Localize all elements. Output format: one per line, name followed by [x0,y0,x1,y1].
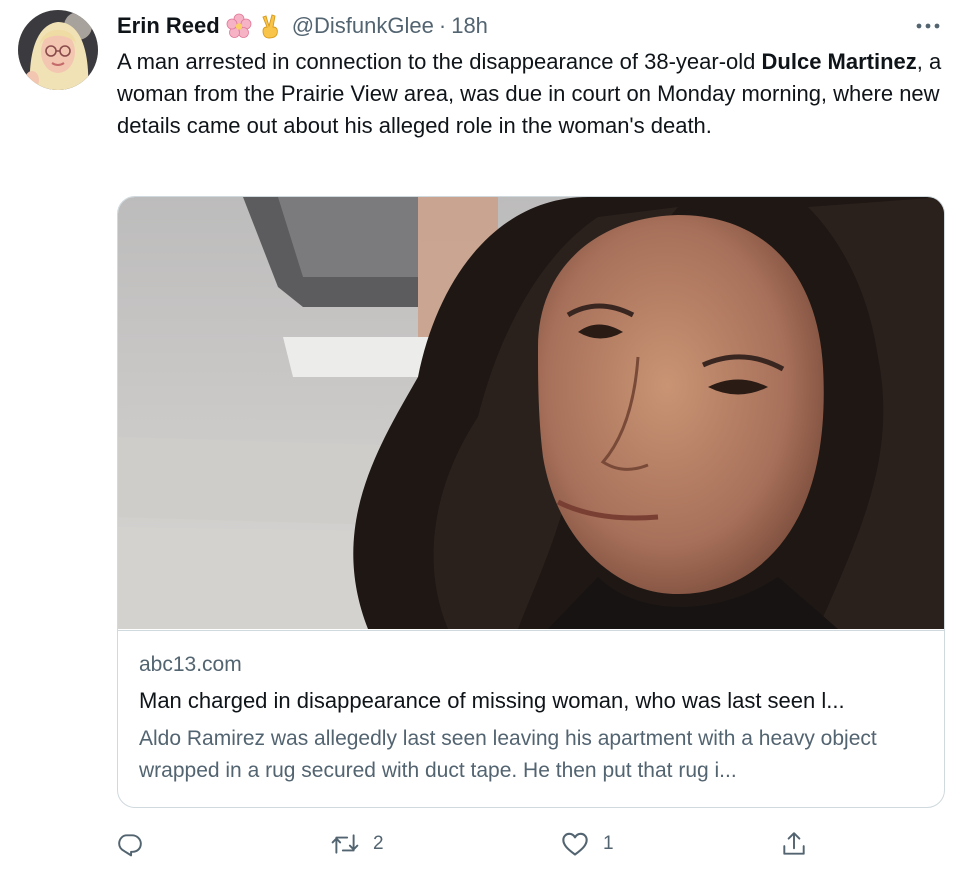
more-button[interactable] [914,14,942,38]
tweet-text-bold: Dulce Martinez [761,49,917,74]
avatar[interactable] [18,10,98,90]
author-handle[interactable]: @DisfunkGlee [292,13,434,39]
tweet-timestamp[interactable]: 18h [451,13,488,39]
card-image [118,197,944,629]
card-domain: abc13.com [139,653,242,676]
separator-dot: · [438,13,447,38]
tweet: Erin Reed @DisfunkGlee · 18h A man arres… [0,0,960,874]
card-title: Man charged in disappearance of missing … [139,688,845,713]
tweet-text: A man arrested in connection to the disa… [117,46,947,142]
card-meta: abc13.com Man charged in disappearance o… [118,630,944,782]
share-icon [783,832,805,855]
reply-button[interactable] [117,826,157,862]
victory-hand-icon [258,13,284,39]
tweet-text-part1: A man arrested in connection to the disa… [117,49,762,74]
link-card[interactable]: abc13.com Man charged in disappearance o… [117,196,945,808]
reply-icon [118,834,142,857]
tweet-header: Erin Reed @DisfunkGlee · 18h [117,10,488,42]
retweet-icon [331,834,359,854]
retweet-count: 2 [373,833,384,854]
like-button[interactable]: 1 [561,826,614,862]
author-name[interactable]: Erin Reed [117,13,220,39]
heart-icon [562,832,588,856]
avatar-image [18,10,98,90]
like-count: 1 [603,833,614,854]
tweet-actions: 2 1 [117,826,817,862]
retweet-button[interactable]: 2 [331,826,384,862]
more-icon [916,23,940,29]
share-button[interactable] [781,826,807,862]
card-description: Aldo Ramirez was allegedly last seen lea… [139,727,877,782]
cherry-blossom-icon [226,13,252,39]
